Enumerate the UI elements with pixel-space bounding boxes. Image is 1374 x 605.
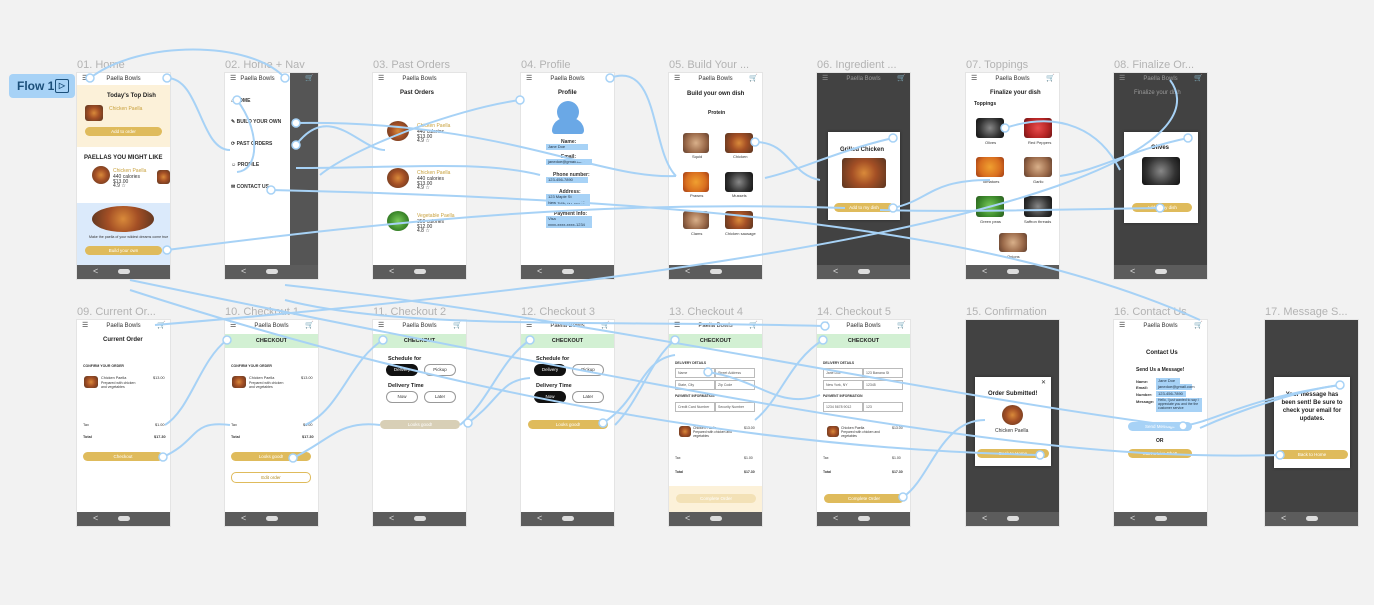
wire-node[interactable] [222, 335, 232, 345]
wire-node[interactable] [158, 452, 168, 462]
wire [879, 207, 1161, 212]
wire-node[interactable] [280, 73, 290, 83]
wire-node[interactable] [1183, 133, 1193, 143]
wire [89, 48, 286, 79]
wire-node[interactable] [85, 73, 95, 83]
wire-node[interactable] [598, 418, 608, 428]
wire-node[interactable] [162, 73, 172, 83]
wire-node[interactable] [888, 203, 898, 213]
wire-node[interactable] [605, 73, 615, 83]
wire [284, 299, 826, 327]
wire-node[interactable] [291, 118, 301, 128]
wire [764, 137, 894, 179]
wire-node[interactable] [162, 245, 172, 255]
wire [164, 339, 228, 426]
wire [166, 205, 846, 251]
wire [319, 99, 521, 176]
wire-node[interactable] [291, 140, 301, 150]
wire [1199, 384, 1341, 429]
wire-node[interactable] [820, 321, 830, 331]
wire [284, 284, 1191, 429]
wire-node[interactable] [750, 137, 760, 147]
wire-node[interactable] [888, 133, 898, 143]
wire [162, 423, 231, 458]
wire [129, 279, 1281, 457]
wire [609, 74, 677, 177]
wire-node[interactable] [1155, 203, 1165, 213]
wire [292, 423, 381, 459]
wire [1182, 384, 1341, 427]
wire-node[interactable] [1035, 450, 1045, 460]
wire-node[interactable] [515, 95, 525, 105]
wire-node[interactable] [818, 335, 828, 345]
wire-node[interactable] [232, 95, 242, 105]
wire-node[interactable] [898, 492, 908, 502]
wire [707, 371, 821, 401]
wire-node[interactable] [703, 367, 713, 377]
wire-node[interactable] [1275, 450, 1285, 460]
wire-node[interactable] [1335, 380, 1345, 390]
wire [892, 179, 991, 209]
wire-node[interactable] [525, 335, 535, 345]
wire [236, 99, 256, 173]
prototype-connections [85, 48, 1345, 502]
wire-node[interactable] [463, 418, 473, 428]
wire-node[interactable] [288, 453, 298, 463]
wire-node[interactable] [378, 335, 388, 345]
wire-node[interactable] [1000, 123, 1010, 133]
wire-node[interactable] [1178, 421, 1188, 431]
wire [754, 141, 821, 181]
wire [166, 77, 231, 151]
wire-node[interactable] [670, 335, 680, 345]
wire [1004, 120, 1121, 171]
wire [295, 164, 541, 176]
wire-node[interactable] [266, 185, 276, 195]
